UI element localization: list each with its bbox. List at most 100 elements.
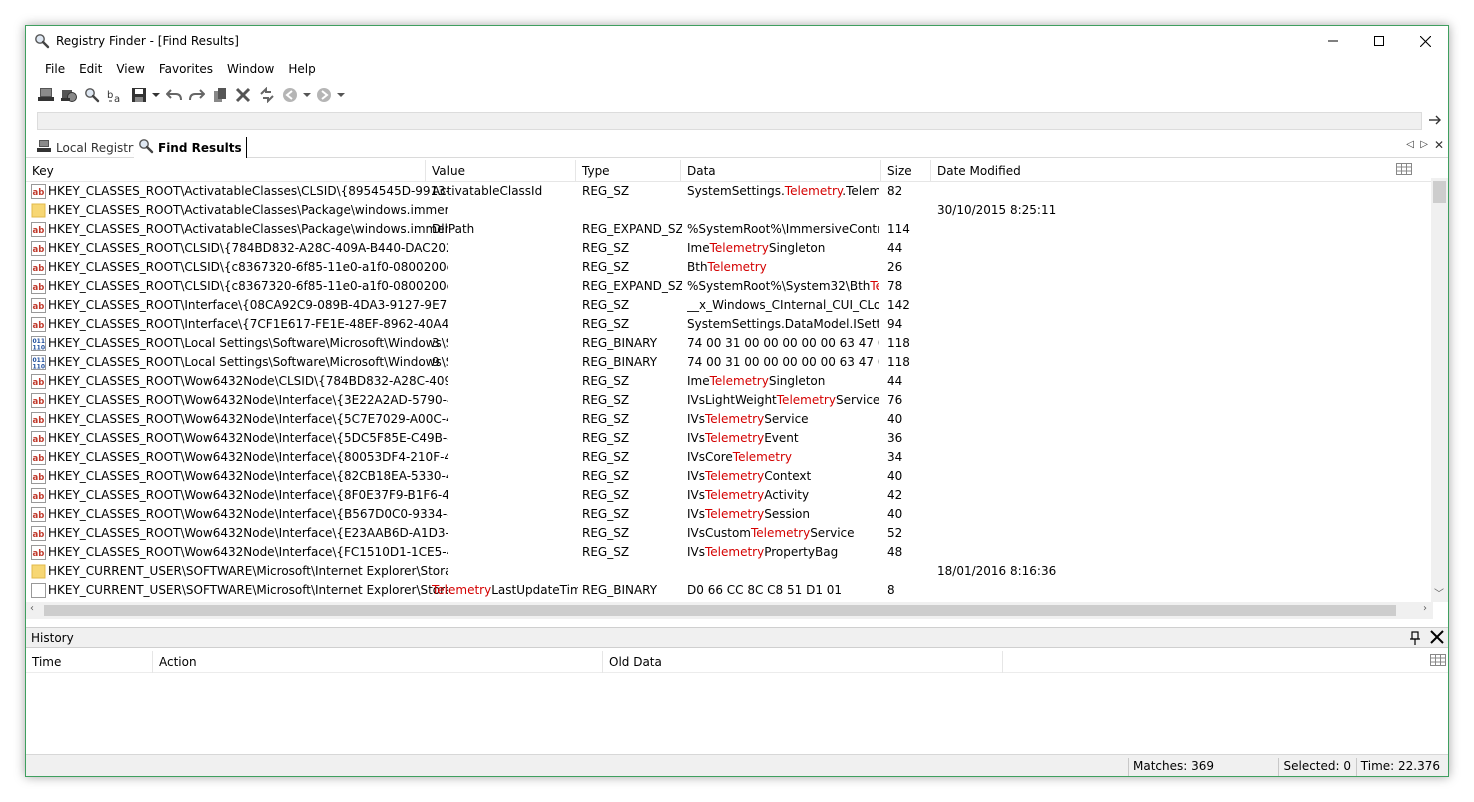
column-header-type[interactable]: Type [576, 160, 681, 182]
table-row[interactable]: ab HKEY_CLASSES_ROOT\Wow6432Node\Interfac… [26, 486, 1432, 505]
key-path-input[interactable] [37, 112, 1422, 130]
scroll-left-icon[interactable]: ‹ [30, 603, 34, 614]
remote-registry-button[interactable] [59, 84, 79, 106]
column-header-date-modified[interactable]: Date Modified [931, 160, 1051, 182]
save-button[interactable] [130, 84, 148, 106]
cell-value: ActivatableClassId [432, 184, 543, 198]
refresh-button[interactable] [256, 84, 278, 106]
tab-close-icon[interactable]: ✕ [1434, 138, 1444, 152]
cell-size [887, 562, 927, 581]
menu-edit[interactable]: Edit [72, 57, 109, 79]
table-row[interactable]: HKEY_CLASSES_ROOT\ActivatableClasses\Pac… [26, 201, 1432, 220]
history-column-chooser-icon[interactable] [1430, 654, 1446, 669]
cell-date-modified [937, 296, 1087, 315]
cell-key: HKEY_CLASSES_ROOT\ActivatableClasses\CLS… [48, 184, 448, 198]
table-row[interactable]: ab HKEY_CLASSES_ROOT\Wow6432Node\Interfac… [26, 429, 1432, 448]
cell-size: 118 [887, 336, 910, 350]
replace-button[interactable]: ba [105, 84, 127, 106]
table-row[interactable]: 011 110 HKEY_CLASSES_ROOT\Local Settings\S… [26, 334, 1432, 353]
table-row[interactable]: ab HKEY_CLASSES_ROOT\Interface\{7CF1E617-… [26, 315, 1432, 334]
forward-dropdown-button[interactable] [336, 84, 346, 106]
table-row[interactable]: ab HKEY_CLASSES_ROOT\Wow6432Node\Interfac… [26, 524, 1432, 543]
table-row[interactable]: HKEY_CURRENT_USER\SOFTWARE\Microsoft\Int… [26, 581, 1432, 600]
menu-help[interactable]: Help [281, 57, 322, 79]
tab-scroll-right-icon[interactable]: ▷ [1420, 139, 1428, 150]
column-chooser-icon[interactable] [1396, 163, 1412, 178]
dropdown-icon [303, 93, 311, 97]
table-row[interactable]: ab HKEY_CLASSES_ROOT\Wow6432Node\CLSID\{7… [26, 372, 1432, 391]
svg-text:ab: ab [33, 416, 45, 426]
cell-key: HKEY_CLASSES_ROOT\CLSID\{784BD832-A28C-4… [48, 241, 448, 255]
forward-button[interactable] [315, 84, 333, 106]
cell-size: 42 [887, 488, 903, 502]
cell-size: 44 [887, 374, 903, 388]
title-bar: Registry Finder - [Find Results] [26, 26, 1448, 56]
menu-window[interactable]: Window [220, 57, 281, 79]
find-button[interactable] [82, 84, 102, 106]
tab-find-results-label: Find Results [158, 140, 242, 155]
table-row[interactable]: ab HKEY_CLASSES_ROOT\Interface\{08CA92C9-… [26, 296, 1432, 315]
magnifier-icon [138, 138, 154, 157]
column-header-data[interactable]: Data [681, 160, 881, 182]
cell-type: REG_SZ [582, 241, 630, 255]
string-value-icon: ab [31, 431, 46, 446]
scroll-right-icon[interactable]: › [1423, 603, 1427, 614]
horizontal-scrollbar[interactable]: ‹ › [26, 602, 1433, 619]
local-registry-button[interactable] [36, 84, 56, 106]
tab-scroll-left-icon[interactable]: ◁ [1406, 139, 1414, 150]
menu-favorites[interactable]: Favorites [152, 57, 220, 79]
cell-date-modified [937, 353, 1087, 372]
column-header-size[interactable]: Size [881, 160, 931, 182]
menu-file[interactable]: File [38, 57, 72, 79]
tab-local-registry[interactable]: Local Registry [32, 137, 144, 158]
back-dropdown-button[interactable] [302, 84, 312, 106]
table-row[interactable]: ab HKEY_CLASSES_ROOT\CLSID\{784BD832-A28C… [26, 239, 1432, 258]
table-row[interactable]: ab HKEY_CLASSES_ROOT\CLSID\{c8367320-6f85… [26, 258, 1432, 277]
pin-icon[interactable] [1410, 631, 1420, 648]
column-header-value[interactable]: Value [426, 160, 576, 182]
menu-view[interactable]: View [109, 57, 151, 79]
history-column-old-data[interactable]: Old Data [603, 651, 1003, 673]
svg-text:ab: ab [33, 321, 45, 331]
table-row[interactable]: ab HKEY_CLASSES_ROOT\Wow6432Node\Interfac… [26, 505, 1432, 524]
maximize-button[interactable] [1356, 26, 1402, 56]
table-row[interactable]: ab HKEY_CLASSES_ROOT\Wow6432Node\Interfac… [26, 410, 1432, 429]
table-row[interactable]: 011 110 HKEY_CLASSES_ROOT\Local Settings\S… [26, 353, 1432, 372]
svg-text:a: a [114, 94, 120, 103]
cell-key: HKEY_CLASSES_ROOT\Wow6432Node\CLSID\{784… [48, 374, 448, 388]
table-row[interactable]: ab HKEY_CLASSES_ROOT\ActivatableClasses\P… [26, 220, 1432, 239]
table-row[interactable]: ab HKEY_CLASSES_ROOT\Wow6432Node\Interfac… [26, 467, 1432, 486]
save-dropdown-button[interactable] [151, 84, 161, 106]
close-button[interactable] [1402, 26, 1448, 56]
cell-size: 142 [887, 298, 910, 312]
column-header-key[interactable]: Key [26, 160, 426, 182]
back-button[interactable] [281, 84, 299, 106]
cell-type: REG_BINARY [582, 336, 658, 350]
table-row[interactable]: ab HKEY_CLASSES_ROOT\CLSID\{c8367320-6f85… [26, 277, 1432, 296]
scroll-down-icon[interactable]: ﹀ [1434, 585, 1444, 600]
cell-date-modified [937, 448, 1087, 467]
history-column-action[interactable]: Action [153, 651, 603, 673]
cell-value [432, 467, 578, 486]
table-row[interactable]: ab HKEY_CLASSES_ROOT\Wow6432Node\Interfac… [26, 391, 1432, 410]
table-row[interactable]: ab HKEY_CLASSES_ROOT\ActivatableClasses\C… [26, 182, 1432, 201]
table-row[interactable]: ab HKEY_CLASSES_ROOT\Wow6432Node\Interfac… [26, 543, 1432, 562]
go-button[interactable] [1428, 113, 1444, 129]
minimize-button[interactable] [1310, 26, 1356, 56]
undo-button[interactable] [164, 84, 184, 106]
table-row[interactable]: ab HKEY_CLASSES_ROOT\Wow6432Node\Interfac… [26, 448, 1432, 467]
history-close-icon[interactable] [1430, 630, 1444, 647]
tab-find-results[interactable]: Find Results [134, 137, 247, 158]
redo-button[interactable] [187, 84, 207, 106]
history-column-time[interactable]: Time [26, 651, 153, 673]
cell-date-modified: 18/01/2016 8:16:36 [937, 564, 1057, 578]
table-row[interactable]: HKEY_CURRENT_USER\SOFTWARE\Microsoft\Int… [26, 562, 1432, 581]
svg-text:ab: ab [33, 378, 45, 388]
horizontal-scroll-thumb[interactable] [44, 605, 1396, 616]
svg-text:ab: ab [33, 473, 45, 483]
vertical-scroll-thumb[interactable] [1433, 181, 1446, 203]
copy-button[interactable] [210, 84, 230, 106]
vertical-scrollbar[interactable]: ﹀ [1431, 178, 1448, 602]
delete-button[interactable] [233, 84, 253, 106]
svg-text:ab: ab [33, 530, 45, 540]
